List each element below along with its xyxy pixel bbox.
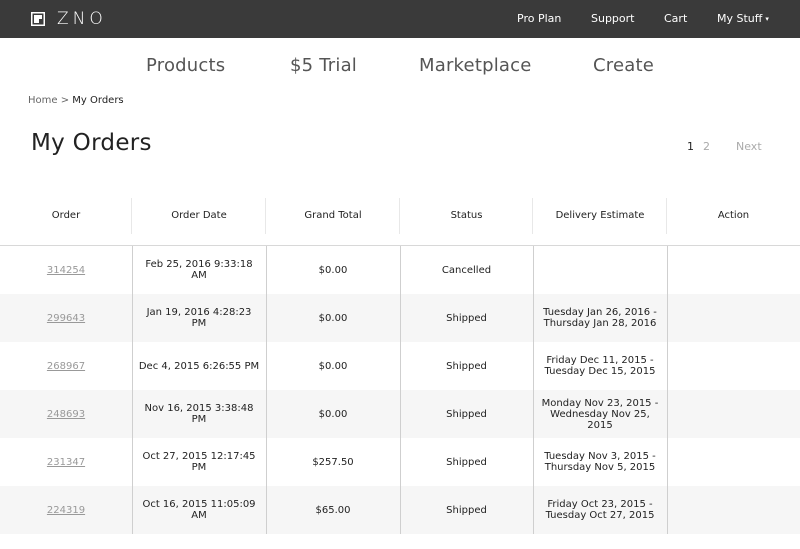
action-cell [667, 246, 800, 294]
main-nav-trial[interactable]: $5 Trial [290, 55, 357, 77]
my-stuff-label: My Stuff [717, 12, 763, 25]
order-number-link[interactable]: 314254 [47, 265, 85, 276]
status-cell: Shipped [446, 312, 487, 324]
order-number-link[interactable]: 299643 [47, 313, 85, 324]
column-header-grand-total: Grand Total [266, 198, 400, 245]
column-header-action: Action [717, 210, 750, 221]
main-nav-create[interactable]: Create [593, 55, 654, 77]
top-bar: ZNO Pro Plan Support Cart My Stuff ▾ [0, 0, 800, 38]
delivery-estimate-cell: Friday Dec 11, 2015 - Tuesday Dec 15, 20… [544, 355, 656, 377]
order-cell: 248693 [0, 390, 132, 438]
breadcrumb-current: My Orders [72, 95, 124, 106]
zno-logo[interactable]: ZNO [31, 10, 107, 28]
column-header-delivery-estimate: Delivery Estimate [533, 198, 667, 245]
order-date-cell: Oct 27, 2015 12:17:45 PM [142, 451, 256, 473]
order-number-link[interactable]: 248693 [47, 409, 85, 420]
column-header-order: Order [0, 198, 132, 245]
column-divider [132, 246, 133, 534]
top-nav-pro-plan[interactable]: Pro Plan [517, 13, 561, 25]
main-nav-marketplace[interactable]: Marketplace [419, 55, 532, 77]
status-cell: Shipped [446, 360, 487, 372]
order-cell: 224319 [0, 486, 132, 534]
order-date-cell: Dec 4, 2015 6:26:55 PM [138, 360, 260, 372]
order-date-cell: Jan 19, 2016 4:28:23 PM [146, 307, 252, 329]
grand-total-cell: $0.00 [318, 264, 348, 276]
main-nav-products[interactable]: Products [146, 55, 225, 77]
delivery-estimate-cell: Tuesday Jan 26, 2016 - Thursday Jan 28, … [543, 307, 657, 329]
order-cell: 314254 [0, 246, 132, 294]
delivery-estimate-cell [533, 246, 667, 294]
top-nav-cart[interactable]: Cart [664, 13, 687, 25]
top-nav-my-stuff[interactable]: My Stuff ▾ [717, 13, 769, 25]
action-cell [667, 438, 800, 486]
status-cell: Shipped [446, 408, 487, 420]
logo-mark-icon [31, 12, 45, 26]
order-date-cell: Nov 16, 2015 3:38:48 PM [144, 403, 254, 425]
column-divider [400, 246, 401, 534]
column-divider [266, 246, 267, 534]
breadcrumb-home[interactable]: Home [28, 95, 58, 106]
grand-total-cell: $0.00 [318, 408, 348, 420]
grand-total-cell: $257.50 [312, 456, 354, 468]
order-number-link[interactable]: 231347 [47, 457, 85, 468]
delivery-estimate-cell: Friday Oct 23, 2015 - Tuesday Oct 27, 20… [545, 499, 655, 521]
grand-total-cell: $0.00 [318, 312, 348, 324]
action-cell [667, 486, 800, 534]
status-cell: Cancelled [441, 264, 492, 276]
action-cell [667, 342, 800, 390]
action-cell [667, 294, 800, 342]
grand-total-cell: $0.00 [318, 360, 348, 372]
order-date-cell: Feb 25, 2016 9:33:18 AM [145, 259, 253, 281]
delivery-estimate-cell: Monday Nov 23, 2015 - Wednesday Nov 25, … [541, 397, 659, 431]
next-page-link[interactable]: Next [736, 140, 762, 153]
logo-text: ZNO [57, 9, 107, 29]
chevron-down-icon: ▾ [765, 15, 769, 23]
page-2-link[interactable]: 2 [703, 140, 710, 153]
order-cell: 231347 [0, 438, 132, 486]
column-divider [667, 246, 668, 534]
breadcrumb-separator: > [57, 95, 73, 106]
order-cell: 268967 [0, 342, 132, 390]
action-cell [667, 390, 800, 438]
order-cell: 299643 [0, 294, 132, 342]
delivery-estimate-cell: Tuesday Nov 3, 2015 - Thursday Nov 5, 20… [544, 451, 656, 473]
status-cell: Shipped [446, 456, 487, 468]
order-date-cell: Oct 16, 2015 11:05:09 AM [142, 499, 256, 521]
table-header: Order Order Date Grand Total Status Deli… [0, 198, 800, 246]
status-cell: Shipped [446, 504, 487, 516]
top-nav-support[interactable]: Support [591, 13, 634, 25]
page-1-link[interactable]: 1 [687, 140, 694, 153]
breadcrumb: Home > My Orders [28, 95, 124, 107]
column-header-status: Status [400, 198, 533, 245]
column-header-order-date: Order Date [132, 198, 266, 245]
page-title: My Orders [31, 130, 152, 156]
order-number-link[interactable]: 224319 [47, 505, 85, 516]
column-divider [533, 246, 534, 534]
order-number-link[interactable]: 268967 [47, 361, 85, 372]
grand-total-cell: $65.00 [315, 504, 351, 516]
